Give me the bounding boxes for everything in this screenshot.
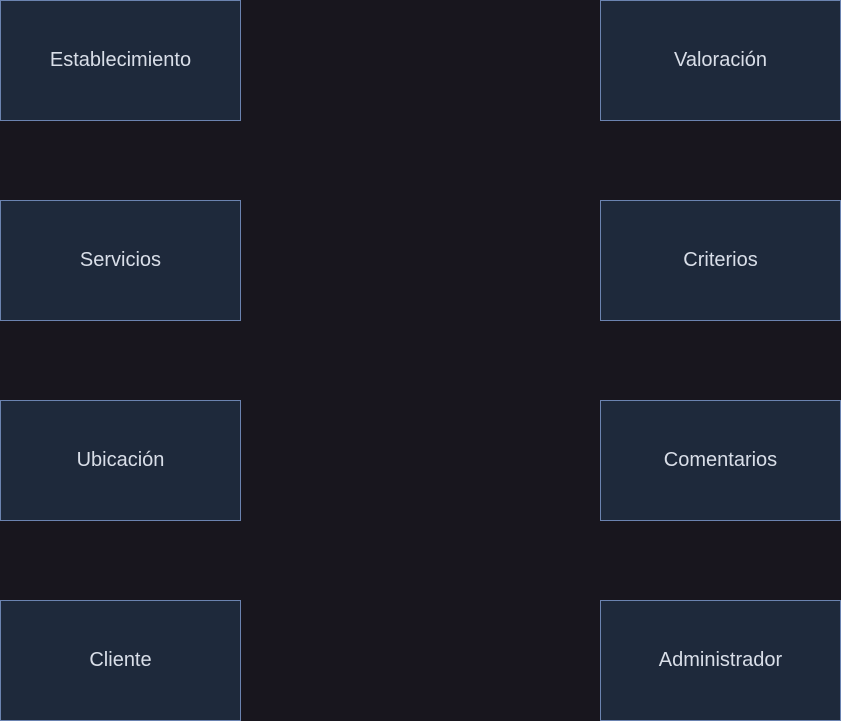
entity-label: Ubicación — [76, 449, 165, 471]
entity-label: Servicios — [79, 249, 162, 271]
entity-label: Cliente — [89, 649, 152, 671]
entity-label: Valoración — [673, 49, 768, 71]
entity-comentarios[interactable]: Comentarios — [600, 400, 841, 521]
entity-criterios[interactable]: Criterios — [600, 200, 841, 321]
entity-valoracion[interactable]: Valoración — [600, 0, 841, 121]
entity-servicios[interactable]: Servicios — [0, 200, 241, 321]
entity-label: Establecimiento — [49, 49, 192, 71]
entity-ubicacion[interactable]: Ubicación — [0, 400, 241, 521]
entity-cliente[interactable]: Cliente — [0, 600, 241, 721]
entity-establecimiento[interactable]: Establecimiento — [0, 0, 241, 121]
entity-administrador[interactable]: Administrador — [600, 600, 841, 721]
entity-label: Comentarios — [663, 449, 778, 471]
entity-label: Criterios — [683, 249, 758, 271]
entity-label: Administrador — [658, 649, 783, 671]
